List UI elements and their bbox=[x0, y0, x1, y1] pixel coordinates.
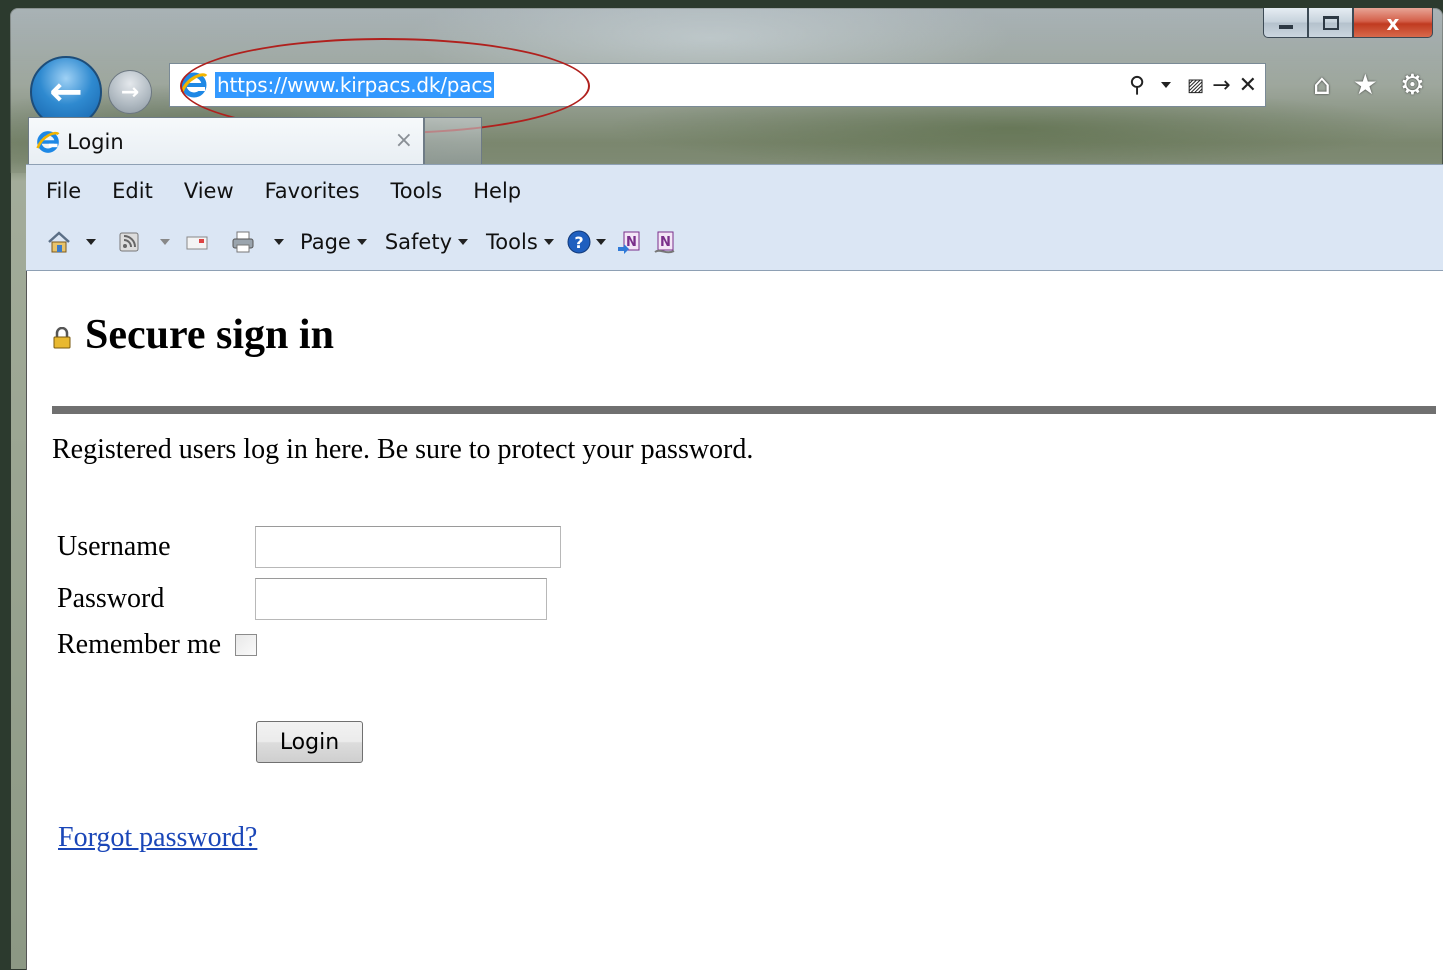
menu-view[interactable]: View bbox=[184, 179, 234, 203]
address-bar[interactable]: https://www.kirpacs.dk/pacs ⚲ ▨ → ✕ bbox=[169, 63, 1266, 107]
page-dropdown-icon bbox=[356, 239, 367, 245]
maximize-button[interactable] bbox=[1308, 8, 1353, 38]
safety-dropdown-icon bbox=[458, 239, 469, 245]
safety-menu[interactable]: Safety bbox=[385, 230, 452, 254]
remember-checkbox[interactable] bbox=[235, 634, 258, 656]
menu-tools[interactable]: Tools bbox=[391, 179, 443, 203]
tab-title: Login bbox=[67, 129, 124, 154]
compatibility-view-icon[interactable]: ▨ bbox=[1187, 75, 1204, 96]
forward-arrow-icon: → bbox=[120, 79, 140, 105]
forward-button[interactable]: → bbox=[108, 70, 152, 114]
home-icon[interactable] bbox=[46, 229, 72, 255]
password-label: Password bbox=[57, 583, 165, 614]
tab-login[interactable]: Login × bbox=[28, 117, 424, 165]
tools-dropdown-icon bbox=[543, 239, 554, 245]
menu-edit[interactable]: Edit bbox=[112, 179, 153, 203]
address-url[interactable]: https://www.kirpacs.dk/pacs bbox=[215, 72, 495, 98]
home-dropdown-icon[interactable] bbox=[86, 239, 96, 245]
mail-icon[interactable] bbox=[184, 229, 210, 255]
home-icon[interactable]: ⌂ bbox=[1313, 68, 1331, 101]
remember-label: Remember me bbox=[57, 629, 222, 660]
onenote-send-icon[interactable]: N bbox=[616, 229, 642, 255]
back-arrow-icon: ← bbox=[49, 69, 83, 115]
username-label: Username bbox=[57, 531, 171, 562]
page-content: Secure sign in Registered users log in h… bbox=[26, 271, 1443, 970]
svg-text:N: N bbox=[660, 235, 671, 250]
minimize-button[interactable] bbox=[1263, 8, 1308, 38]
lock-icon bbox=[53, 326, 71, 349]
close-window-button[interactable]: x bbox=[1353, 8, 1433, 38]
help-dropdown-icon[interactable] bbox=[595, 239, 606, 245]
svg-text:?: ? bbox=[574, 233, 583, 252]
divider bbox=[52, 406, 1436, 414]
print-icon[interactable] bbox=[230, 229, 256, 255]
browser-window: x ← → https://www.kirpacs.dk/pacs ⚲ ▨ → … bbox=[10, 8, 1443, 970]
menu-favorites[interactable]: Favorites bbox=[265, 179, 360, 203]
stop-icon[interactable]: ✕ bbox=[1239, 73, 1257, 98]
settings-gear-icon[interactable]: ⚙ bbox=[1400, 68, 1425, 101]
password-row: Password bbox=[57, 578, 547, 620]
feeds-dropdown-icon[interactable] bbox=[160, 239, 170, 245]
feeds-icon[interactable] bbox=[116, 229, 142, 255]
onenote-linked-icon[interactable]: N bbox=[652, 229, 678, 255]
address-tools: ⚲ ▨ → ✕ bbox=[1129, 64, 1257, 106]
print-dropdown-icon[interactable] bbox=[274, 239, 284, 245]
tools-menu[interactable]: Tools bbox=[486, 230, 538, 254]
favorites-star-icon[interactable]: ★ bbox=[1353, 68, 1378, 101]
go-arrow-icon[interactable]: → bbox=[1212, 73, 1230, 98]
password-input[interactable] bbox=[255, 578, 547, 620]
minimize-icon bbox=[1278, 24, 1293, 29]
page-menu[interactable]: Page bbox=[300, 230, 351, 254]
menubar: File Edit View Favorites Tools Help bbox=[46, 179, 521, 203]
maximize-icon bbox=[1322, 15, 1339, 30]
command-bar: Page Safety Tools ? N N bbox=[46, 225, 678, 259]
ie-logo-icon bbox=[179, 70, 209, 100]
tab-ie-icon bbox=[35, 129, 61, 155]
username-row: Username bbox=[57, 526, 561, 568]
search-icon[interactable]: ⚲ bbox=[1129, 73, 1145, 98]
browser-right-icons: ⌂ ★ ⚙ bbox=[1313, 68, 1425, 101]
menu-and-command-bars: File Edit View Favorites Tools Help Page bbox=[26, 164, 1443, 271]
menu-help[interactable]: Help bbox=[473, 179, 521, 203]
menu-file[interactable]: File bbox=[46, 179, 81, 203]
new-tab-button[interactable] bbox=[424, 117, 482, 165]
search-dropdown-icon[interactable] bbox=[1161, 82, 1172, 88]
intro-text: Registered users log in here. Be sure to… bbox=[52, 434, 754, 465]
login-button[interactable]: Login bbox=[256, 721, 363, 763]
caption-buttons: x bbox=[1263, 8, 1433, 38]
username-input[interactable] bbox=[255, 526, 561, 568]
tab-close-icon[interactable]: × bbox=[395, 128, 413, 153]
help-icon[interactable]: ? bbox=[566, 229, 592, 255]
page-heading: Secure sign in bbox=[53, 311, 334, 359]
forgot-password-link[interactable]: Forgot password? bbox=[58, 822, 257, 854]
page-title: Secure sign in bbox=[85, 312, 334, 358]
remember-row: Remember me bbox=[57, 629, 258, 661]
close-icon: x bbox=[1386, 10, 1400, 35]
